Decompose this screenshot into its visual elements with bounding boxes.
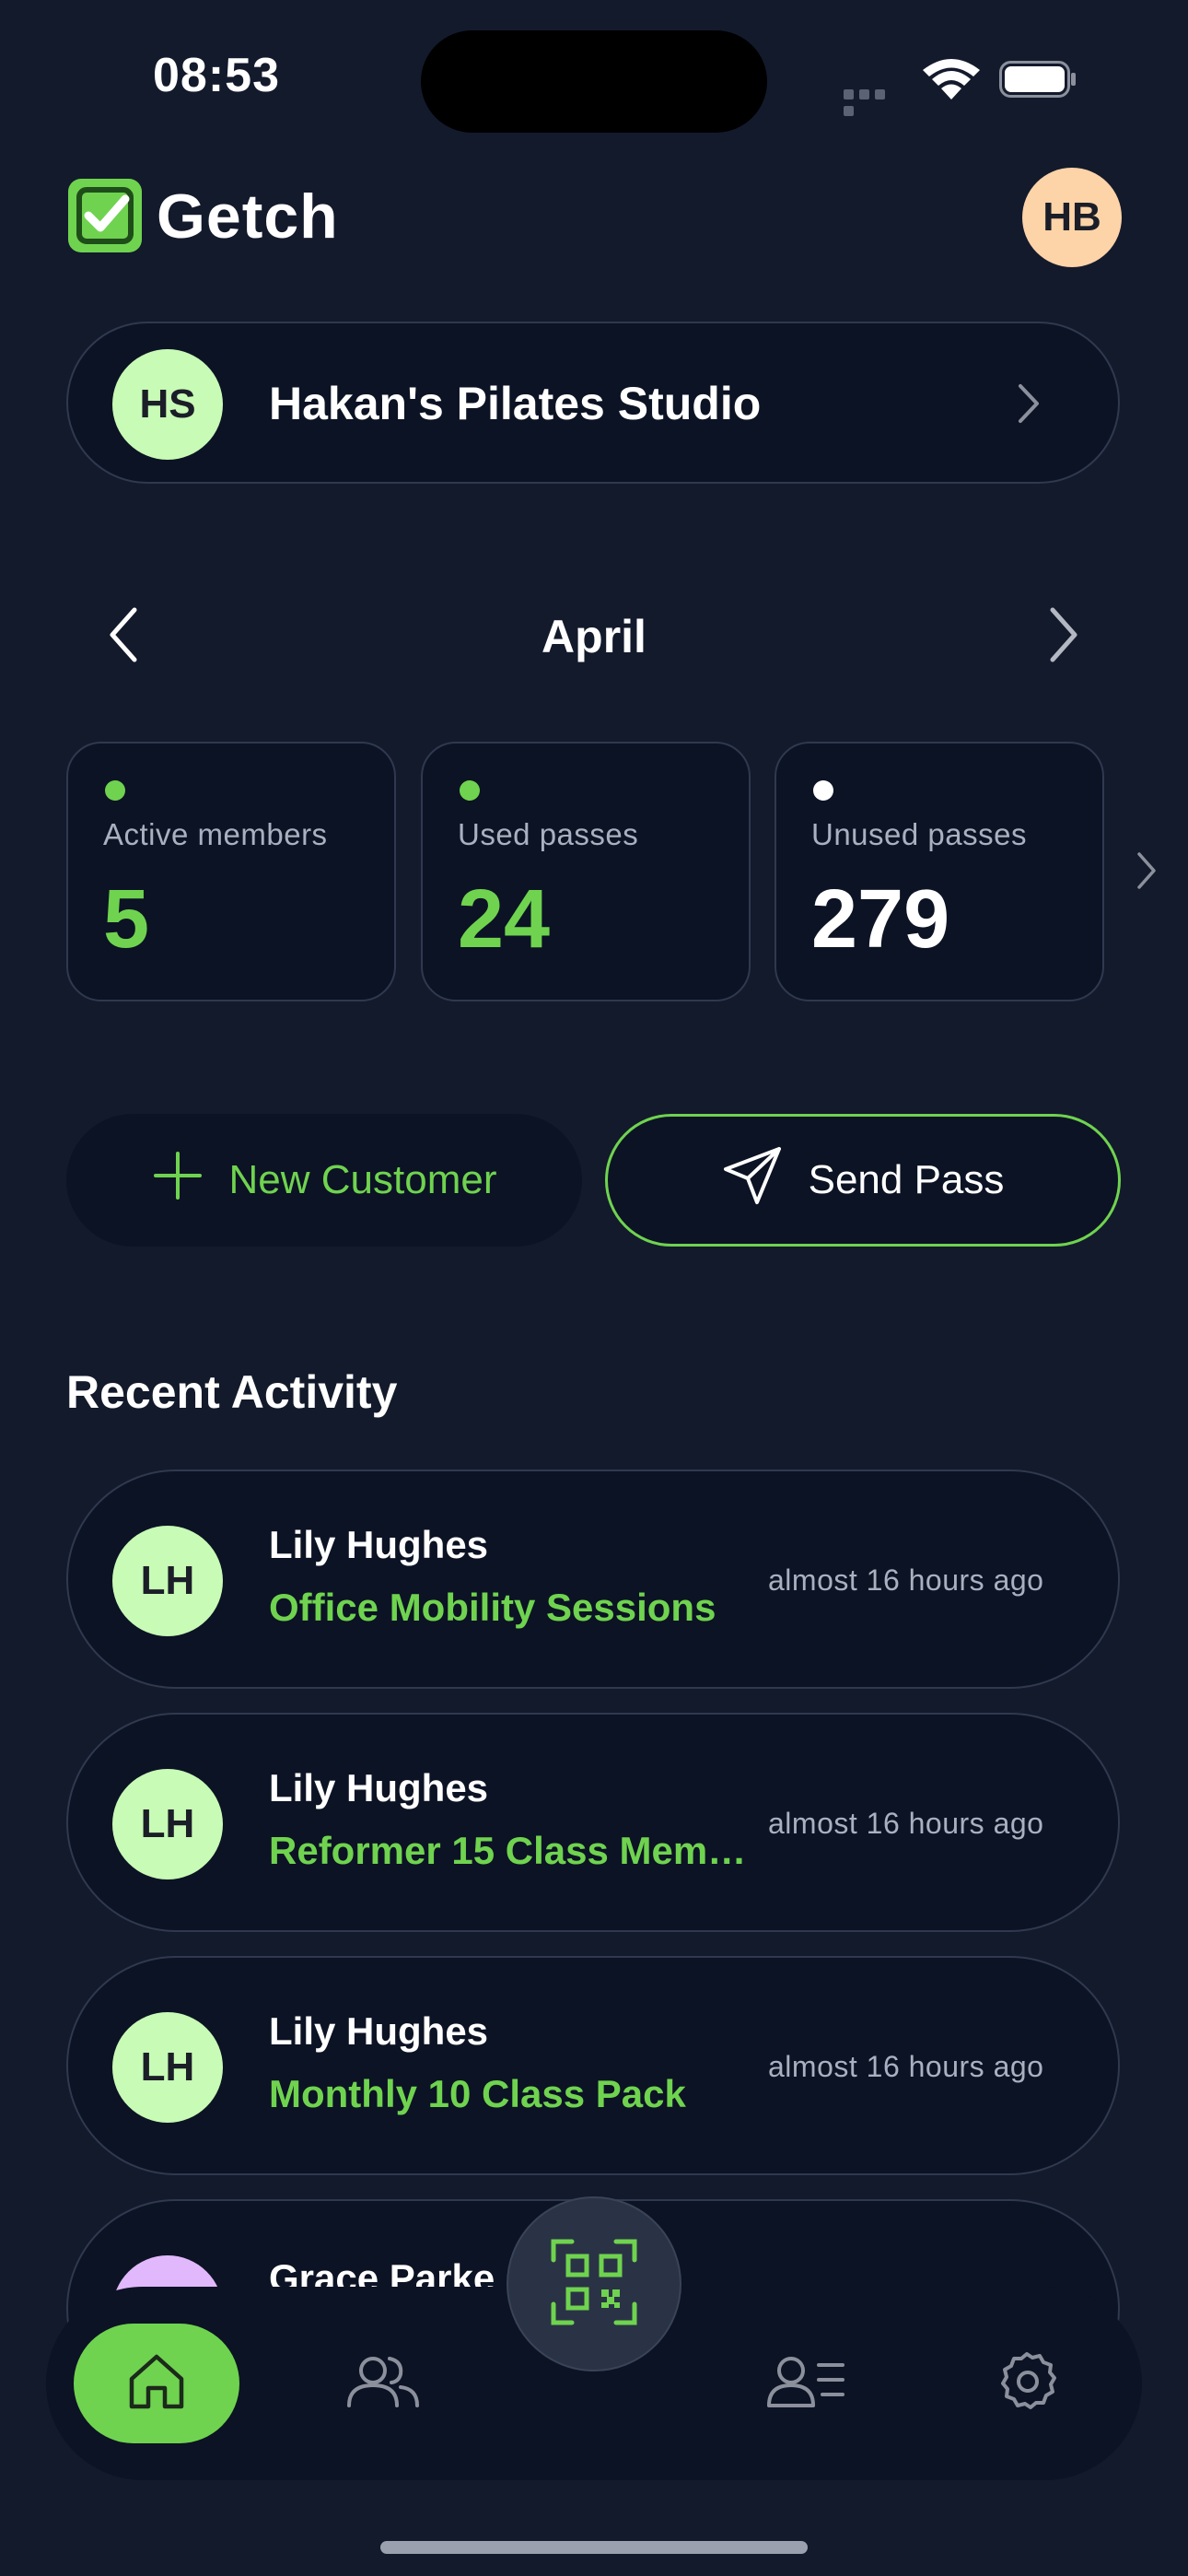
activity-time: almost 16 hours ago bbox=[768, 1563, 1044, 1597]
scroll-cards-right-icon[interactable] bbox=[1135, 849, 1159, 896]
activity-row[interactable]: LH Lily Hughes Reformer 15 Class Members… bbox=[66, 1713, 1120, 1932]
send-paper-plane-icon bbox=[722, 1145, 783, 1216]
member-list-icon bbox=[767, 2354, 844, 2414]
customer-avatar: LH bbox=[112, 2012, 223, 2123]
home-indicator bbox=[380, 2541, 808, 2554]
stat-value: 279 bbox=[811, 873, 950, 966]
customer-avatar: LH bbox=[112, 1526, 223, 1636]
plus-icon bbox=[152, 1150, 204, 1212]
status-dot bbox=[105, 780, 125, 801]
app-name: Getch bbox=[157, 181, 339, 252]
stat-value: 5 bbox=[103, 873, 150, 966]
pass-name: Reformer 15 Class Membership bbox=[269, 1829, 766, 1872]
stat-value: 24 bbox=[458, 873, 551, 966]
next-month-button[interactable] bbox=[1043, 604, 1084, 670]
qr-scan-icon bbox=[550, 2238, 638, 2331]
activity-row[interactable]: LH Lily Hughes Office Mobility Sessions … bbox=[66, 1469, 1120, 1689]
nav-customers-button[interactable] bbox=[322, 2324, 442, 2443]
stat-card-active-members[interactable]: Active members 5 bbox=[66, 742, 396, 1001]
wifi-icon bbox=[921, 57, 982, 106]
studio-avatar: HS bbox=[112, 349, 223, 460]
users-icon bbox=[344, 2354, 421, 2414]
scan-qr-button[interactable] bbox=[507, 2196, 681, 2371]
activity-row[interactable]: LH Lily Hughes Monthly 10 Class Pack alm… bbox=[66, 1956, 1120, 2175]
activity-time: almost 16 hours ago bbox=[768, 1807, 1044, 1840]
stat-label: Unused passes bbox=[811, 817, 1027, 851]
home-icon bbox=[124, 2349, 189, 2418]
status-dot bbox=[813, 780, 833, 801]
stat-label: Active members bbox=[103, 817, 328, 851]
getch-logo-icon bbox=[66, 177, 144, 259]
customer-name: Lily Hughes bbox=[269, 1766, 489, 1809]
dynamic-island bbox=[421, 30, 767, 133]
customer-name: Lily Hughes bbox=[269, 1523, 489, 1566]
cellular-signal-icon bbox=[844, 88, 904, 116]
chevron-right-icon bbox=[1015, 381, 1042, 431]
customer-avatar: LH bbox=[112, 1769, 223, 1879]
pass-name: Monthly 10 Class Pack bbox=[269, 2072, 686, 2115]
stat-card-unused-passes[interactable]: Unused passes 279 bbox=[775, 742, 1104, 1001]
recent-activity-title: Recent Activity bbox=[66, 1366, 398, 1418]
studio-name: Hakan's Pilates Studio bbox=[269, 378, 762, 429]
stat-card-used-passes[interactable]: Used passes 24 bbox=[421, 742, 751, 1001]
send-pass-label: Send Pass bbox=[808, 1157, 1005, 1202]
status-time: 08:53 bbox=[153, 49, 280, 102]
customer-name: Lily Hughes bbox=[269, 2009, 489, 2053]
status-dot bbox=[460, 780, 480, 801]
studio-selector[interactable]: HS Hakan's Pilates Studio bbox=[66, 322, 1120, 484]
user-avatar[interactable]: HB bbox=[1022, 168, 1122, 267]
send-pass-button[interactable]: Send Pass bbox=[605, 1114, 1121, 1247]
activity-time: almost 16 hours ago bbox=[768, 2050, 1044, 2083]
current-month: April bbox=[542, 611, 646, 662]
nav-members-list-button[interactable] bbox=[746, 2324, 866, 2443]
nav-settings-button[interactable] bbox=[967, 2324, 1087, 2443]
new-customer-label: New Customer bbox=[228, 1157, 497, 1202]
stat-label: Used passes bbox=[458, 817, 639, 851]
pass-name: Office Mobility Sessions bbox=[269, 1586, 716, 1629]
nav-home-button[interactable] bbox=[74, 2324, 239, 2443]
new-customer-button[interactable]: New Customer bbox=[66, 1114, 582, 1247]
battery-icon bbox=[999, 61, 1077, 98]
settings-gear-icon bbox=[994, 2348, 1060, 2419]
